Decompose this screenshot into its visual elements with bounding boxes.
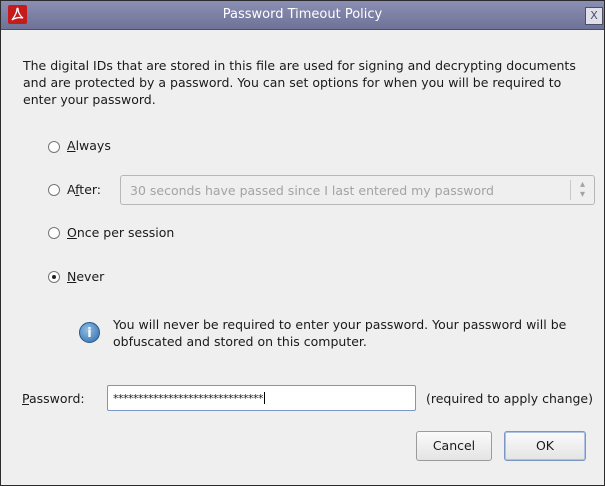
password-timeout-dialog: Password Timeout Policy X The digital ID…: [0, 0, 605, 486]
radio-label-once-per-session[interactable]: Once per session: [67, 225, 174, 240]
cancel-button[interactable]: Cancel: [416, 431, 492, 461]
title-bar[interactable]: Password Timeout Policy X: [1, 1, 604, 30]
radio-label-after[interactable]: After:: [67, 182, 101, 197]
ok-button[interactable]: OK: [504, 431, 586, 461]
radio-once-per-session[interactable]: [48, 227, 60, 239]
radio-label-always[interactable]: Always: [67, 138, 111, 153]
password-label: Password:: [22, 391, 85, 406]
radio-always[interactable]: [48, 141, 60, 153]
info-message: You will never be required to enter your…: [113, 317, 567, 349]
after-duration-select[interactable]: 30 seconds have passed since I last ente…: [120, 175, 595, 205]
window-title: Password Timeout Policy: [222, 7, 383, 22]
password-field[interactable]: ******************************: [107, 385, 416, 411]
description-text: The digital IDs that are stored in this …: [23, 58, 576, 107]
close-button[interactable]: X: [585, 7, 603, 25]
info-icon: i: [79, 322, 100, 343]
radio-never[interactable]: [48, 271, 60, 283]
radio-after[interactable]: [48, 184, 60, 196]
dialog-content: The digital IDs that are stored in this …: [1, 30, 604, 485]
text-caret: [264, 392, 265, 404]
radio-label-never[interactable]: Never: [67, 269, 104, 284]
after-duration-value: 30 seconds have passed since I last ente…: [130, 183, 494, 198]
updown-arrow-icon: ▴ ▾: [570, 180, 594, 200]
password-hint: (required to apply change): [426, 391, 593, 406]
